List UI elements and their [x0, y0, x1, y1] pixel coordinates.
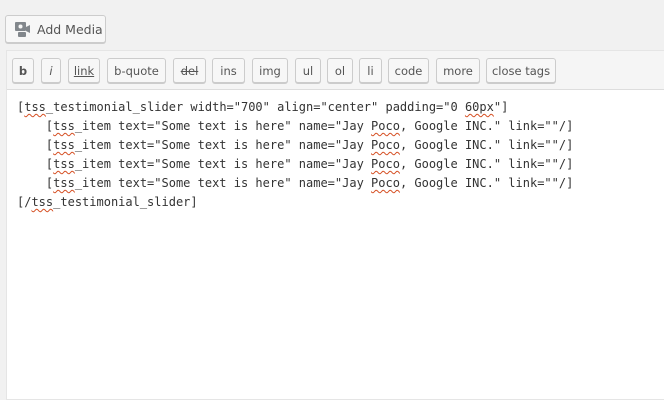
code-line: [/tss_testimonial_slider]: [17, 195, 198, 209]
code-line: [tss_testimonial_slider width="700" alig…: [17, 100, 509, 114]
code-button[interactable]: code: [388, 58, 429, 83]
media-icon: [14, 20, 32, 38]
code-line: [tss_item text="Some text is here" name=…: [17, 157, 574, 171]
text-editor: b i link b-quote del ins img ul ol li co…: [6, 50, 664, 400]
italic-button[interactable]: i: [41, 58, 61, 83]
del-button[interactable]: del: [173, 58, 206, 83]
code-line: [tss_item text="Some text is here" name=…: [17, 119, 574, 133]
add-media-label: Add Media: [37, 21, 103, 37]
more-button[interactable]: more: [436, 58, 480, 83]
code-line: [tss_item text="Some text is here" name=…: [17, 176, 574, 190]
editor-textarea[interactable]: [tss_testimonial_slider width="700" alig…: [7, 90, 664, 399]
media-buttons-bar: Add Media: [0, 0, 664, 50]
ins-button[interactable]: ins: [212, 58, 245, 83]
add-media-button[interactable]: Add Media: [5, 15, 106, 43]
img-button[interactable]: img: [252, 58, 288, 83]
ul-button[interactable]: ul: [295, 58, 321, 83]
close-tags-button[interactable]: close tags: [486, 58, 556, 83]
ol-button[interactable]: ol: [327, 58, 353, 83]
blockquote-button[interactable]: b-quote: [107, 58, 166, 83]
li-button[interactable]: li: [359, 58, 382, 83]
link-button[interactable]: link: [68, 58, 100, 83]
bold-button[interactable]: b: [12, 58, 34, 83]
code-line: [tss_item text="Some text is here" name=…: [17, 138, 574, 152]
quicktags-toolbar: b i link b-quote del ins img ul ol li co…: [7, 51, 664, 90]
